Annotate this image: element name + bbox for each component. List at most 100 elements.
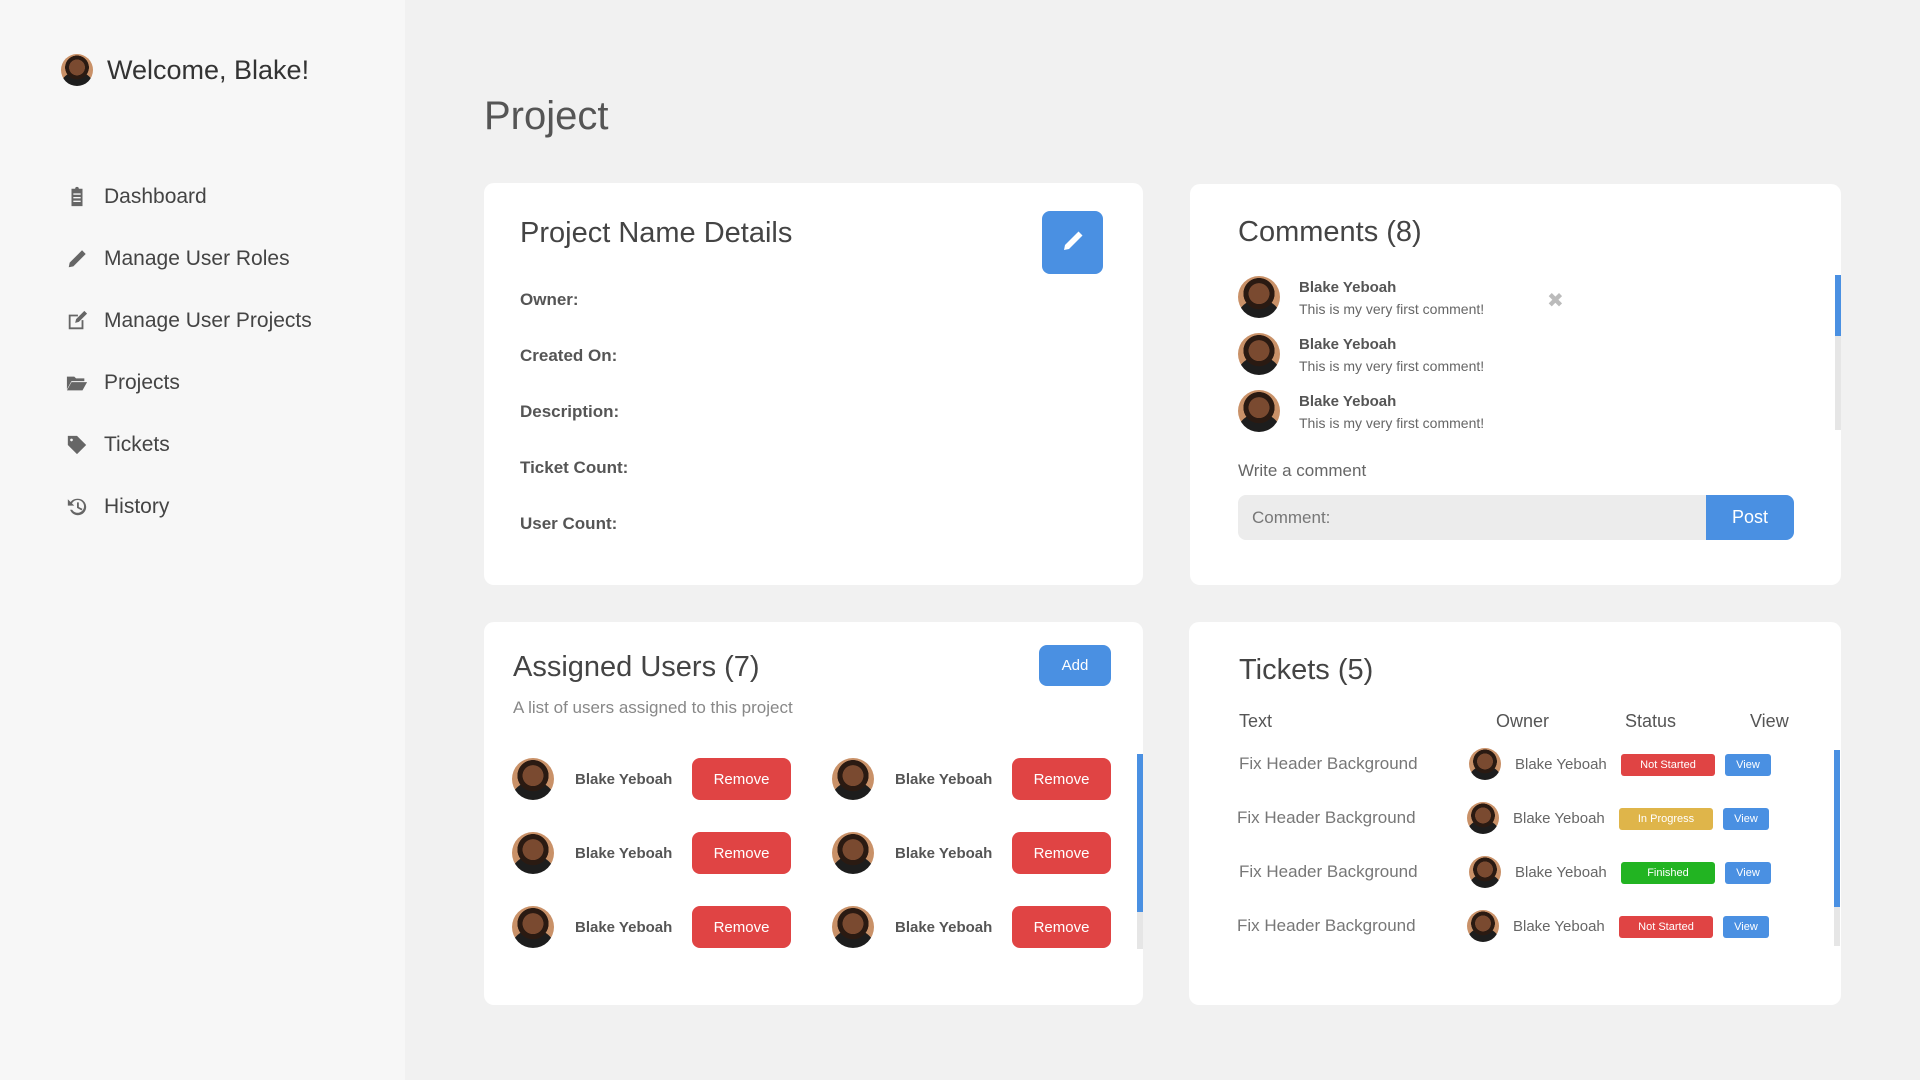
scrollbar-thumb[interactable] (1137, 754, 1143, 912)
sidebar-item-dashboard[interactable]: Dashboard (62, 166, 312, 228)
user-item: Blake Yeboah Remove (512, 758, 791, 800)
sidebar-item-label: Dashboard (104, 185, 207, 208)
user-item: Blake Yeboah Remove (512, 832, 791, 874)
post-button[interactable]: Post (1706, 495, 1794, 540)
view-ticket-button[interactable]: View (1725, 862, 1771, 884)
sidebar-nav: Dashboard Manage User Roles Manage User … (62, 166, 312, 538)
user-name: Blake Yeboah (575, 844, 673, 862)
avatar (512, 832, 554, 874)
user-item: Blake Yeboah Remove (832, 758, 1111, 800)
sidebar-item-history[interactable]: History (62, 476, 312, 538)
ticket-owner: Blake Yeboah (1467, 802, 1605, 834)
tickets-card: Tickets (5) Text Owner Status View Fix H… (1189, 622, 1841, 1005)
comments-card: Comments (8) Blake Yeboah This is my ver… (1190, 184, 1841, 585)
clipboard-icon (62, 184, 92, 210)
ticket-owner-name: Blake Yeboah (1515, 863, 1607, 881)
sidebar: Welcome, Blake! Dashboard Manage User Ro… (0, 0, 405, 1080)
user-name: Blake Yeboah (575, 918, 673, 936)
comment-text: This is my very first comment! (1299, 415, 1485, 431)
scrollbar-thumb[interactable] (1835, 275, 1841, 336)
user-name: Blake Yeboah (895, 770, 993, 788)
status-badge: Not Started (1619, 916, 1713, 938)
comment-item: Blake Yeboah This is my very first comme… (1238, 333, 1484, 375)
avatar[interactable] (61, 54, 93, 86)
comments-title: Comments (8) (1238, 216, 1422, 248)
view-ticket-button[interactable]: View (1723, 808, 1769, 830)
user-name: Blake Yeboah (575, 770, 673, 788)
ticket-owner: Blake Yeboah (1467, 910, 1605, 942)
project-details-card: Project Name Details Owner: Created On: … (484, 183, 1143, 585)
table-row: Fix Header Background Blake Yeboah Finis… (1237, 852, 1777, 892)
pencil-icon (1061, 229, 1085, 256)
remove-user-button[interactable]: Remove (1012, 906, 1111, 948)
edit-icon (62, 308, 92, 334)
close-icon[interactable]: ✖ (1547, 288, 1564, 313)
welcome-header: Welcome, Blake! (61, 54, 309, 86)
avatar (1467, 910, 1499, 942)
history-icon (62, 494, 92, 520)
ticket-text: Fix Header Background (1237, 916, 1416, 935)
welcome-text: Welcome, Blake! (107, 54, 310, 85)
comment-text: This is my very first comment! (1299, 358, 1485, 374)
status-badge: In Progress (1619, 808, 1713, 830)
avatar (832, 906, 874, 948)
comment-author: Blake Yeboah (1299, 336, 1397, 353)
created-on-label: Created On: (520, 346, 618, 365)
project-details-title: Project Name Details (520, 217, 793, 249)
user-item: Blake Yeboah Remove (512, 906, 791, 948)
comments-scrollbar[interactable] (1835, 275, 1841, 430)
tag-icon (62, 432, 92, 458)
assigned-users-title: Assigned Users (7) (513, 651, 760, 683)
comment-author: Blake Yeboah (1299, 279, 1397, 296)
avatar (1238, 333, 1280, 375)
avatar (512, 906, 554, 948)
remove-user-button[interactable]: Remove (692, 758, 791, 800)
ticket-owner-name: Blake Yeboah (1513, 809, 1605, 827)
view-ticket-button[interactable]: View (1725, 754, 1771, 776)
ticket-owner: Blake Yeboah (1469, 748, 1607, 780)
add-user-button[interactable]: Add (1039, 645, 1111, 686)
ticket-owner: Blake Yeboah (1469, 856, 1607, 888)
remove-user-button[interactable]: Remove (1012, 832, 1111, 874)
status-badge: Finished (1621, 862, 1715, 884)
ticket-text: Fix Header Background (1239, 754, 1418, 773)
comment-text: This is my very first comment! (1299, 301, 1485, 317)
avatar (1238, 276, 1280, 318)
column-header-text: Text (1239, 711, 1273, 731)
users-scrollbar[interactable] (1137, 754, 1143, 949)
avatar (512, 758, 554, 800)
remove-user-button[interactable]: Remove (692, 906, 791, 948)
comment-item: Blake Yeboah This is my very first comme… (1238, 276, 1484, 318)
user-count-label: User Count: (520, 514, 618, 533)
tickets-scrollbar[interactable] (1834, 750, 1840, 946)
user-item: Blake Yeboah Remove (832, 832, 1111, 874)
comment-input[interactable] (1238, 495, 1709, 540)
scrollbar-thumb[interactable] (1834, 750, 1840, 907)
ticket-text: Fix Header Background (1239, 862, 1418, 881)
sidebar-item-tickets[interactable]: Tickets (62, 414, 312, 476)
sidebar-item-label: Tickets (104, 433, 170, 456)
view-ticket-button[interactable]: View (1723, 916, 1769, 938)
page-title: Project (484, 94, 609, 138)
sidebar-item-manage-user-roles[interactable]: Manage User Roles (62, 228, 312, 290)
avatar (832, 758, 874, 800)
sidebar-item-label: Manage User Projects (104, 309, 312, 332)
remove-user-button[interactable]: Remove (692, 832, 791, 874)
tickets-title: Tickets (5) (1239, 654, 1374, 686)
avatar (1467, 802, 1499, 834)
description-label: Description: (520, 402, 620, 421)
comment-item: Blake Yeboah This is my very first comme… (1238, 390, 1484, 432)
sidebar-item-label: Projects (104, 371, 180, 394)
avatar (1469, 748, 1501, 780)
assigned-users-subtitle: A list of users assigned to this project (513, 698, 793, 717)
column-header-view: View (1750, 711, 1789, 731)
sidebar-item-manage-user-projects[interactable]: Manage User Projects (62, 290, 312, 352)
table-row: Fix Header Background Blake Yeboah Not S… (1237, 744, 1777, 784)
sidebar-item-projects[interactable]: Projects (62, 352, 312, 414)
sidebar-item-label: History (104, 495, 170, 518)
user-item: Blake Yeboah Remove (832, 906, 1111, 948)
remove-user-button[interactable]: Remove (1012, 758, 1111, 800)
edit-project-button[interactable] (1042, 211, 1103, 274)
ticket-owner-name: Blake Yeboah (1513, 917, 1605, 935)
sidebar-item-label: Manage User Roles (104, 247, 290, 270)
